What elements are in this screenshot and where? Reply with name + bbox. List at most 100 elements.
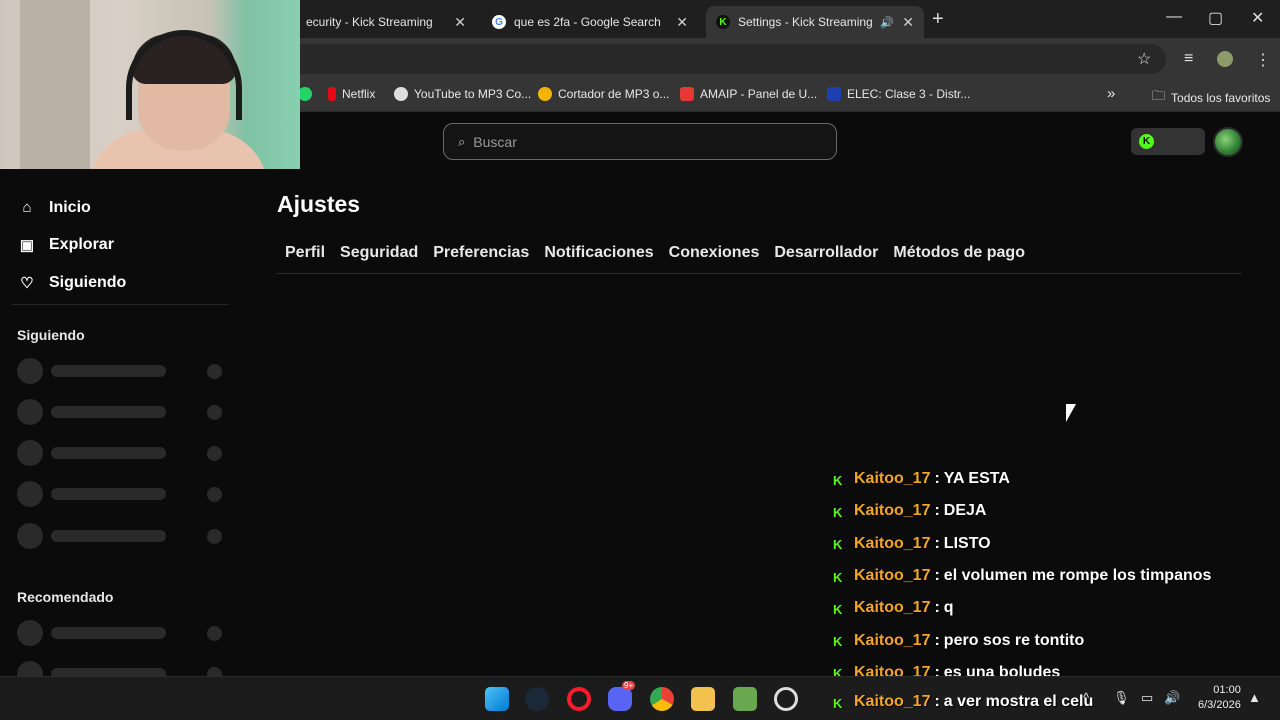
bookmark-cortador-mp3[interactable]: Cortador de MP3 o... xyxy=(538,87,669,101)
google-icon: G xyxy=(492,15,506,29)
close-tab-icon[interactable]: ✕ xyxy=(902,14,914,31)
chat-username: Kaitoo_17 xyxy=(854,534,931,552)
speaker-icon[interactable]: 🔊 xyxy=(880,16,894,29)
explore-icon: ▣ xyxy=(19,237,35,255)
notifications-icon[interactable]: ▲ xyxy=(1248,690,1261,705)
file-explorer-icon[interactable] xyxy=(691,687,715,711)
system-clock[interactable]: 01:00 6/3/2026 xyxy=(1198,683,1241,713)
webcam-background xyxy=(20,0,90,169)
kick-logo-icon: K xyxy=(1139,134,1154,149)
tab-perfil[interactable]: Perfil xyxy=(285,244,325,262)
close-tab-icon[interactable]: ✕ xyxy=(454,14,466,31)
tab-conexiones[interactable]: Conexiones xyxy=(669,244,760,262)
chat-text: pero sos re tontito xyxy=(943,631,1085,649)
bookmark-youtube-mp3[interactable]: YouTube to MP3 Co... xyxy=(394,87,531,101)
chat-text: DEJA xyxy=(943,502,987,520)
chat-message: K Kaitoo_17: YA ESTA xyxy=(833,470,1010,488)
kick-toggle-button[interactable]: K xyxy=(1131,128,1205,155)
kick-badge-icon: K xyxy=(833,601,843,617)
recommended-section-title: Recomendado xyxy=(17,589,114,605)
minimize-button[interactable]: — xyxy=(1166,8,1182,26)
sidebar-divider xyxy=(12,304,229,305)
cortador-icon xyxy=(538,87,552,101)
star-icon[interactable]: ☆ xyxy=(1137,49,1151,69)
clock-date: 6/3/2026 xyxy=(1198,699,1241,711)
tab-title: ecurity - Kick Streaming xyxy=(306,15,433,29)
tab-metodos-de-pago[interactable]: Métodos de pago xyxy=(893,244,1025,262)
sidebar-item-label: Inicio xyxy=(49,198,91,216)
bookmark-elec[interactable]: ELEC: Clase 3 - Distr... xyxy=(827,87,970,101)
close-window-button[interactable]: ✕ xyxy=(1251,8,1264,28)
channel-skeleton xyxy=(17,358,227,384)
steam-icon[interactable] xyxy=(525,687,549,711)
minecraft-icon[interactable] xyxy=(733,687,757,711)
settings-tabs: Perfil Seguridad Preferencias Notificaci… xyxy=(285,244,1025,262)
sidebar-nav: ⌂ Inicio ▣ Explorar ♡ Siguiendo xyxy=(18,189,126,302)
restore-button[interactable]: ▢ xyxy=(1208,8,1223,28)
mouse-cursor xyxy=(1066,404,1076,422)
microphone-icon[interactable]: 🎙 xyxy=(1113,690,1130,706)
channel-skeleton xyxy=(17,481,227,507)
chat-text: el volumen me rompe los timpanos xyxy=(943,567,1212,585)
discord-badge: 9+ xyxy=(622,681,636,690)
tab-notificaciones[interactable]: Notificaciones xyxy=(544,244,653,262)
channel-skeleton xyxy=(17,620,227,646)
tab-kick-settings[interactable]: K Settings - Kick Streaming 🔊 ✕ xyxy=(706,6,924,38)
bookmark-label: YouTube to MP3 Co... xyxy=(414,87,532,101)
netflix-icon xyxy=(328,87,336,101)
following-section-title: Siguiendo xyxy=(17,327,85,343)
network-icon[interactable]: ▭ xyxy=(1141,690,1153,706)
chat-message: K Kaitoo_17: pero sos re tontito xyxy=(833,631,1085,650)
tab-title: Settings - Kick Streaming xyxy=(738,15,873,29)
new-tab-button[interactable]: + xyxy=(932,8,944,31)
tab-kick-security[interactable]: ecurity - Kick Streaming ✕ xyxy=(296,6,476,38)
bookmarks-overflow-button[interactable]: » xyxy=(1107,85,1115,102)
windows-start-icon[interactable] xyxy=(485,687,509,711)
whatsapp-icon[interactable] xyxy=(298,87,318,101)
profile-avatar[interactable] xyxy=(1217,51,1233,67)
tab-title: que es 2fa - Google Search xyxy=(514,15,661,29)
sidebar-item-explorar[interactable]: ▣ Explorar xyxy=(18,227,126,265)
close-tab-icon[interactable]: ✕ xyxy=(676,14,688,31)
bookmark-amaip[interactable]: AMAIP - Panel de U... xyxy=(680,87,817,101)
chat-text: LISTO xyxy=(943,534,991,552)
tab-seguridad[interactable]: Seguridad xyxy=(340,244,418,262)
elec-icon xyxy=(827,87,841,101)
bookmark-label: AMAIP - Panel de U... xyxy=(700,87,818,101)
all-bookmarks-label: Todos los favoritos xyxy=(1171,91,1271,105)
obs-icon[interactable] xyxy=(774,687,798,711)
tabs-divider xyxy=(277,273,1242,274)
user-avatar[interactable] xyxy=(1213,127,1243,157)
tab-preferencias[interactable]: Preferencias xyxy=(433,244,529,262)
sidebar-item-label: Siguiendo xyxy=(49,273,127,291)
chat-username: Kaitoo_17 xyxy=(854,502,931,520)
volume-icon[interactable]: 🔊 xyxy=(1164,690,1180,706)
tray-chevron-icon[interactable]: ^ xyxy=(1083,690,1089,705)
chrome-icon[interactable] xyxy=(650,687,674,711)
channel-skeleton xyxy=(17,523,227,549)
bookmark-netflix[interactable]: Netflix xyxy=(328,87,375,101)
sidebar-item-inicio[interactable]: ⌂ Inicio xyxy=(18,189,126,227)
all-bookmarks-button[interactable]: 🗀 Todos los favoritos xyxy=(1152,87,1270,109)
bookmark-label: Cortador de MP3 o... xyxy=(558,87,670,101)
globe-icon xyxy=(394,87,408,101)
tab-google-search[interactable]: G que es 2fa - Google Search ✕ xyxy=(482,6,698,38)
media-control-icon[interactable]: ≡ xyxy=(1184,50,1193,68)
discord-icon[interactable]: 9+ xyxy=(608,681,636,711)
sidebar-item-siguiendo[interactable]: ♡ Siguiendo xyxy=(18,264,126,302)
tab-desarrollador[interactable]: Desarrollador xyxy=(774,244,878,262)
opera-icon[interactable] xyxy=(567,687,591,711)
channel-skeleton xyxy=(17,661,227,676)
amaip-icon xyxy=(680,87,694,101)
page-title: Ajustes xyxy=(277,191,361,217)
address-bar[interactable] xyxy=(286,44,1166,74)
bookmark-label: ELEC: Clase 3 - Distr... xyxy=(847,87,971,101)
kick-badge-icon: K xyxy=(833,472,843,488)
clock-time: 01:00 xyxy=(1213,684,1241,696)
search-input[interactable] xyxy=(473,133,814,150)
kick-badge-icon: K xyxy=(833,695,843,711)
search-box[interactable]: ⌕ xyxy=(443,123,837,160)
heart-icon: ♡ xyxy=(20,274,34,292)
menu-icon[interactable]: ⋮ xyxy=(1255,50,1271,70)
home-icon: ⌂ xyxy=(22,199,32,217)
